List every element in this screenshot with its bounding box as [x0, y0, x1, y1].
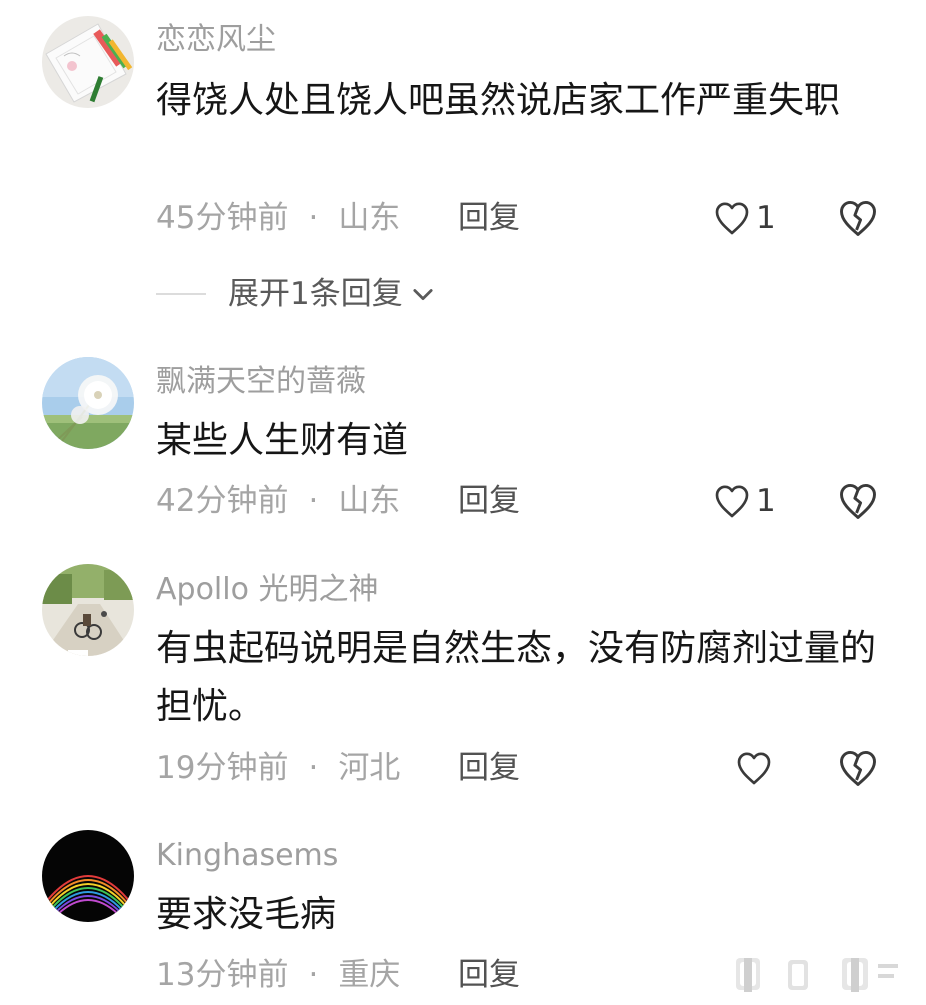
- like-button[interactable]: 1: [712, 196, 776, 240]
- comment-meta: 45分钟前 · 山东: [156, 196, 400, 240]
- comment-text: 某些人生财有道: [156, 420, 409, 461]
- avatar[interactable]: [42, 830, 134, 922]
- reply-button[interactable]: 回复: [458, 953, 520, 997]
- meta-separator: ·: [308, 200, 319, 236]
- avatar-image: [42, 830, 134, 922]
- avatar[interactable]: [42, 357, 134, 449]
- meta-separator: ·: [308, 750, 319, 786]
- reply-button[interactable]: 回复: [458, 196, 520, 240]
- comment-username[interactable]: Apollo 光明之神: [156, 570, 378, 610]
- expand-replies-button[interactable]: 展开1条回复: [156, 274, 437, 314]
- comment-time: 45分钟前: [156, 200, 289, 236]
- comment-username[interactable]: Kinghasems: [156, 836, 338, 876]
- chevron-down-icon: [413, 289, 433, 301]
- comment-list: 恋恋风尘 得饶人处且饶人吧虽然说店家工作严重失职 45分钟前 · 山东 回复 1 展…: [0, 0, 926, 1005]
- heart-outline-icon: [737, 752, 771, 785]
- heart-outline-icon: [715, 202, 749, 235]
- meta-separator: ·: [308, 957, 319, 993]
- comment-username[interactable]: 飘满天空的蔷薇: [156, 362, 366, 402]
- comment-meta: 19分钟前 · 河北: [156, 746, 400, 790]
- comment-text: 要求没毛病: [156, 894, 337, 935]
- avatar[interactable]: [42, 16, 134, 108]
- comment-meta: 13分钟前 · 重庆: [156, 953, 400, 997]
- avatar-image: [42, 564, 134, 656]
- comment-time: 42分钟前: [156, 483, 289, 519]
- avatar-image: [42, 16, 134, 108]
- expand-divider: [156, 293, 206, 295]
- comment-meta: 42分钟前 · 山东: [156, 479, 400, 523]
- avatar-image: [42, 357, 134, 449]
- broken-heart-icon: [840, 750, 876, 786]
- comment-location: 河北: [338, 750, 401, 786]
- like-count: 1: [756, 483, 776, 519]
- heart-outline-icon: [715, 485, 749, 518]
- broken-heart-icon: [840, 483, 876, 519]
- broken-heart-icon: [840, 200, 876, 236]
- dislike-button[interactable]: [836, 196, 880, 240]
- dislike-button[interactable]: [836, 746, 880, 790]
- meta-separator: ·: [308, 483, 319, 519]
- avatar[interactable]: [42, 564, 134, 656]
- like-button[interactable]: [734, 746, 778, 790]
- comment-time: 19分钟前: [156, 750, 289, 786]
- comment-time: 13分钟前: [156, 957, 289, 993]
- watermark-logo-icon: [736, 958, 898, 992]
- reply-button[interactable]: 回复: [458, 479, 520, 523]
- like-count: 1: [756, 200, 776, 236]
- watermark-logo: [730, 952, 926, 996]
- like-button[interactable]: 1: [712, 479, 776, 523]
- comment-location: 山东: [338, 200, 401, 236]
- comment-location: 山东: [338, 483, 401, 519]
- dislike-button[interactable]: [836, 479, 880, 523]
- comment-username[interactable]: 恋恋风尘: [156, 20, 276, 60]
- reply-button[interactable]: 回复: [458, 746, 520, 790]
- comment-text: 有虫起码说明是自然生态，没有防腐剂过量的担忧。: [156, 628, 877, 727]
- expand-replies-label: 展开1条回复: [228, 276, 403, 312]
- comment-location: 重庆: [338, 957, 401, 993]
- comment-text: 得饶人处且饶人吧虽然说店家工作严重失职: [156, 80, 841, 121]
